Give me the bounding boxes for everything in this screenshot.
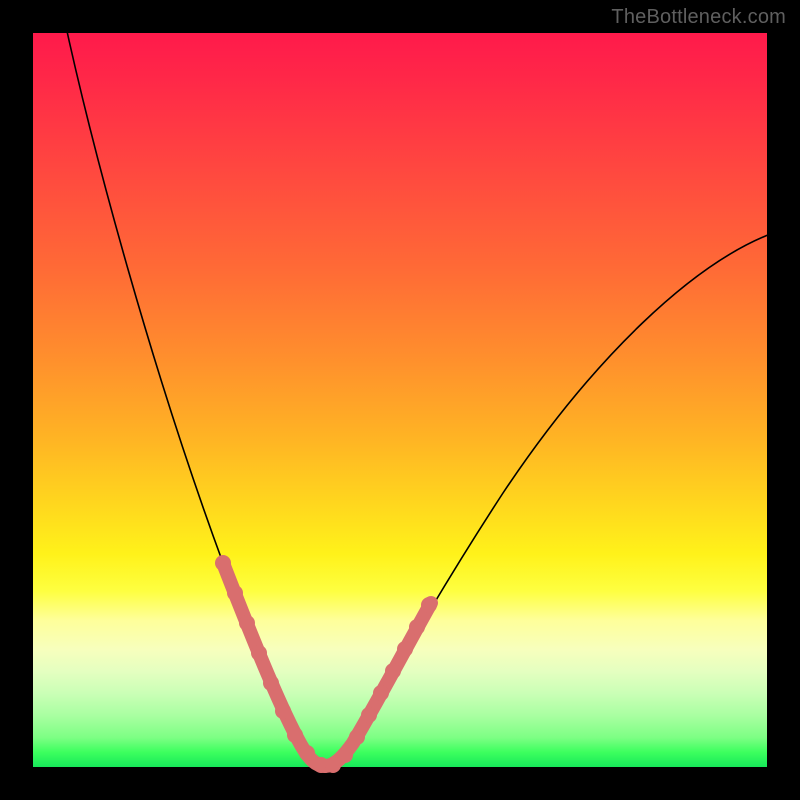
chart-stage: TheBottleneck.com bbox=[0, 0, 800, 800]
bead bbox=[251, 645, 267, 661]
bead bbox=[385, 663, 401, 679]
curve-svg bbox=[33, 33, 767, 767]
bead bbox=[397, 641, 413, 657]
watermark-text: TheBottleneck.com bbox=[611, 6, 786, 29]
bead bbox=[275, 703, 291, 719]
bead bbox=[361, 707, 377, 723]
bead bbox=[349, 729, 365, 745]
bead bbox=[227, 585, 243, 601]
bead bbox=[299, 745, 315, 761]
bead bbox=[239, 615, 255, 631]
bead bbox=[409, 619, 425, 635]
beads-left bbox=[215, 555, 329, 773]
bead bbox=[263, 675, 279, 691]
beads-right bbox=[325, 597, 437, 773]
bottleneck-curve bbox=[63, 13, 773, 766]
bead bbox=[421, 597, 437, 613]
bead bbox=[337, 747, 353, 763]
bead bbox=[373, 685, 389, 701]
bead bbox=[215, 555, 231, 571]
bead bbox=[287, 727, 303, 743]
plot-area bbox=[33, 33, 767, 767]
